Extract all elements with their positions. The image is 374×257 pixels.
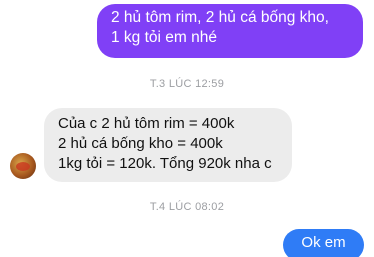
- message-text-line: Của c 2 hủ tôm rim = 400k: [58, 115, 235, 132]
- outgoing-message-bubble[interactable]: 2 hủ tôm rim, 2 hủ cá bống kho, 1 kg tỏi…: [97, 4, 363, 58]
- message-timestamp: T.3 LÚC 12:59: [149, 78, 225, 90]
- message-text-line: 2 hủ cá bống kho = 400k: [58, 135, 223, 152]
- incoming-message-bubble[interactable]: Của c 2 hủ tôm rim = 400k 2 hủ cá bống k…: [44, 108, 292, 182]
- message-text-line: 2 hủ tôm rim, 2 hủ cá bống kho,: [111, 9, 329, 26]
- avatar[interactable]: [10, 153, 36, 179]
- message-text-line: 1 kg tỏi em nhé: [111, 29, 217, 46]
- message-timestamp: T.4 LÚC 08:02: [149, 201, 225, 213]
- outgoing-message-bubble[interactable]: Ok em: [283, 229, 364, 257]
- chat-thread: 2 hủ tôm rim, 2 hủ cá bống kho, 1 kg tỏi…: [0, 0, 374, 257]
- message-text-line: 1kg tỏi = 120k. Tổng 920k nha c: [58, 155, 272, 172]
- message-text: Ok em: [301, 234, 346, 251]
